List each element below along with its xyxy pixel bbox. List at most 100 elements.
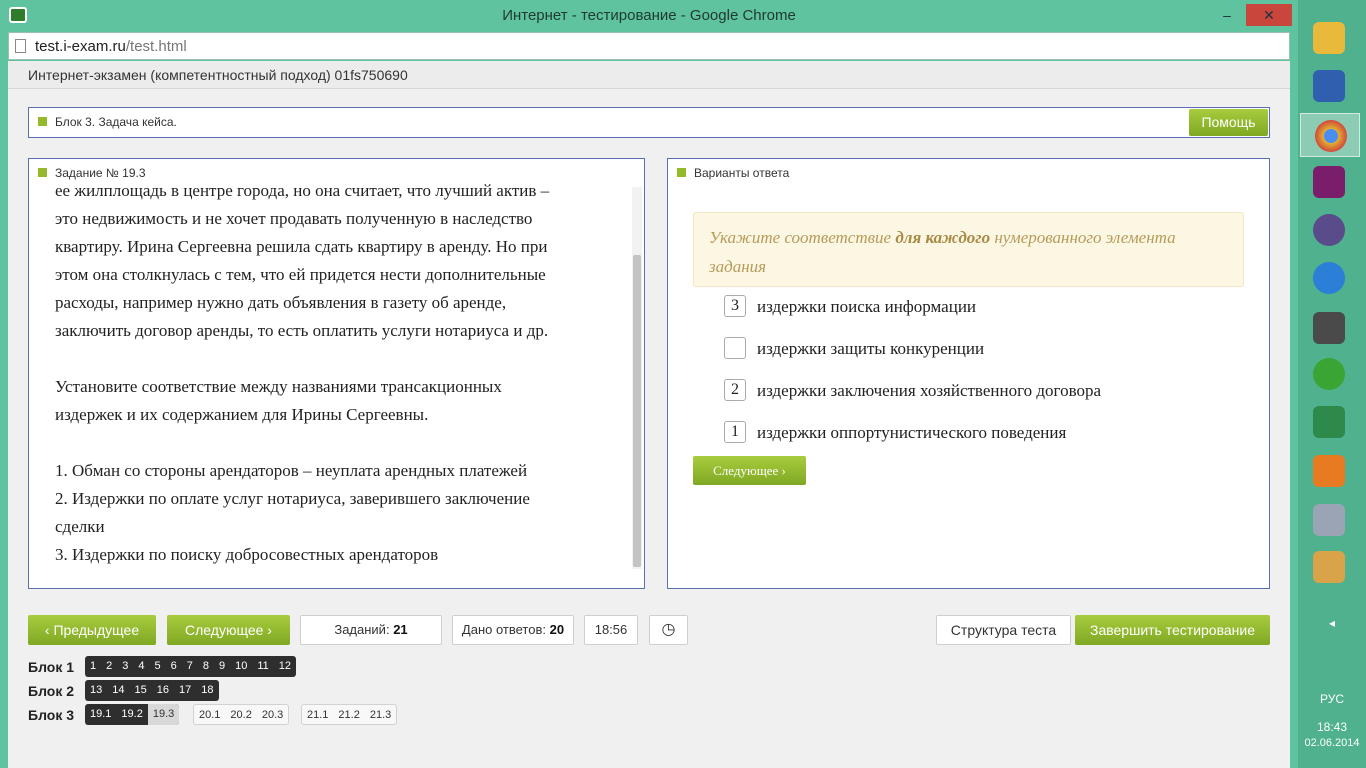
media-icon[interactable] [1313,214,1345,246]
task-text: ее жилплощадь в центре города, но она сч… [55,177,625,569]
paint-icon[interactable] [1313,551,1345,583]
task-text-line [55,429,625,457]
tasks-counter: Заданий: 21 [300,615,442,645]
structure-button[interactable]: Структура теста [936,615,1071,645]
answers-counter: Дано ответов: 20 [452,615,574,645]
itunes-icon[interactable] [1313,262,1345,294]
page-icon [15,39,26,53]
task-nav-item[interactable]: 4 [133,656,149,677]
block1-label: Блок 1 [28,659,75,675]
finish-button[interactable]: Завершить тестирование [1075,615,1270,645]
prev-button[interactable]: ‹ Предыдущее [28,615,156,645]
task-nav-item[interactable]: 2 [101,656,117,677]
task-nav-item[interactable]: 21.2 [333,705,364,724]
task-nav-item[interactable]: 20.3 [257,705,288,724]
chevron-left-icon: ‹ [44,622,50,638]
clock-time[interactable]: 18:43 [1298,720,1366,734]
instruction-box: Укажите соответствие для каждого нумеров… [693,212,1244,287]
block2-label: Блок 2 [28,683,75,699]
block1-nav: 1 2 3 4 5 6 7 8 9 10 11 12 [85,656,297,677]
task-nav-item[interactable]: 19.3 [147,704,180,725]
help-button[interactable]: Помощь [1189,109,1268,136]
task-panel: Задание № 19.3 ее жилплощадь в центре го… [28,158,645,589]
task-nav-item[interactable]: 8 [198,656,214,677]
app-c-icon[interactable] [1313,166,1345,198]
task-text-line: квартиру. Ирина Сергеевна решила сдать к… [55,237,548,256]
next-answer-button[interactable]: Следующее › [693,456,806,485]
task-text-line: издержек и их содержанием для Ирины Серг… [55,405,429,424]
block2-nav: 13 14 15 16 17 18 [85,680,219,701]
task-nav-item[interactable]: 5 [150,656,166,677]
answer-input[interactable] [724,337,746,359]
utility-icon[interactable] [1313,312,1345,344]
task-nav-item[interactable]: 18 [196,680,218,701]
clock-icon[interactable]: ◷ [649,615,688,645]
language-indicator[interactable]: РУС [1298,692,1366,706]
task-nav-item[interactable]: 17 [174,680,196,701]
task-nav-item[interactable]: 21.1 [302,705,333,724]
task-nav-item[interactable]: 3 [117,656,133,677]
task-nav-item[interactable]: 12 [274,656,296,677]
task-nav-item[interactable]: 15 [130,680,152,701]
task-text-line: 1. Обман со стороны арендаторов – неупла… [55,461,528,480]
file-explorer-icon[interactable] [1313,22,1345,54]
camera-icon[interactable] [1313,504,1345,536]
url-text[interactable]: test.i-exam.ru/test.html [35,38,187,55]
task-text-line [55,345,625,373]
close-button[interactable]: ✕ [1246,4,1292,26]
square-bullet-icon [38,117,47,126]
answer-panel: Варианты ответа Укажите соответствие для… [667,158,1270,589]
task-nav-item[interactable]: 19.2 [116,704,147,725]
answer-label: издержки заключения хозяйственного догов… [757,381,1102,400]
chrome-taskbar-icon[interactable] [1300,113,1360,157]
clock-date[interactable]: 02.06.2014 [1298,737,1366,749]
task-text-line: это недвижимость и не хочет продавать по… [55,209,533,228]
answer-input[interactable]: 3 [724,295,746,317]
answer-label: издержки оппортунистического поведения [757,423,1067,442]
tray-arrow-icon[interactable]: ◂ [1298,616,1366,630]
task-nav-item[interactable]: 1 [85,656,101,677]
next-button[interactable]: Следующее › [167,615,290,645]
task-scrollbar[interactable] [632,187,642,569]
task-nav-item[interactable]: 10 [230,656,252,677]
task-text-line: ее жилплощадь в центре города, но она сч… [55,181,550,200]
window-title: Интернет - тестирование - Google Chrome [502,7,796,24]
task-text-line: 2. Издержки по оплате услуг нотариуса, з… [55,489,530,508]
task-nav-item[interactable]: 11 [252,656,273,677]
task-nav-item[interactable]: 14 [107,680,129,701]
browser-window: Интернет - тестирование - Google Chrome … [0,0,1298,768]
task-text-line: заключить договор аренды, то есть оплати… [55,321,549,340]
task-text-line: этом она столкнулась с тем, что ей приде… [55,265,546,284]
security-icon[interactable] [1313,406,1345,438]
video-player-icon[interactable] [1313,455,1345,487]
task-nav-item[interactable]: 6 [166,656,182,677]
task-text-line: Установите соответствие между названиями… [55,377,502,396]
page-content: Интернет-экзамен (компетентностный подхо… [8,61,1290,768]
task-nav-item[interactable]: 9 [214,656,230,677]
chevron-right-icon: › [267,622,272,638]
task-nav-item[interactable]: 19.1 [85,704,116,725]
minimize-button[interactable]: – [1214,4,1240,26]
windows-taskbar: ◂ РУС 18:43 02.06.2014 [1298,0,1366,768]
task-nav-item[interactable]: 16 [152,680,174,701]
task-nav-item[interactable]: 7 [182,656,198,677]
block3-label: Блок 3 [28,707,75,723]
task-nav-item[interactable]: 20.2 [225,705,256,724]
answer-label: издержки защиты конкуренции [757,339,985,358]
block-title: Блок 3. Задача кейса. [38,115,177,129]
block3-nav-group2: 20.1 20.2 20.3 [193,704,290,725]
task-nav-item[interactable]: 20.1 [194,705,225,724]
scrollbar-thumb[interactable] [633,255,641,567]
address-bar[interactable]: test.i-exam.ru/test.html [8,32,1290,60]
square-bullet-icon [677,168,686,177]
block3-nav-group1: 19.1 19.2 19.3 [85,704,180,725]
exam-header: Интернет-экзамен (компетентностный подхо… [8,61,1290,89]
answer-input[interactable]: 1 [724,421,746,443]
answer-input[interactable]: 2 [724,379,746,401]
timer: 18:56 [584,615,638,645]
task-nav-item[interactable]: 21.3 [365,705,396,724]
word-icon[interactable] [1313,70,1345,102]
task-nav-item[interactable]: 13 [85,680,107,701]
utorrent-icon[interactable] [1313,358,1345,390]
task-text-line: расходы, например нужно дать объявления … [55,293,507,312]
